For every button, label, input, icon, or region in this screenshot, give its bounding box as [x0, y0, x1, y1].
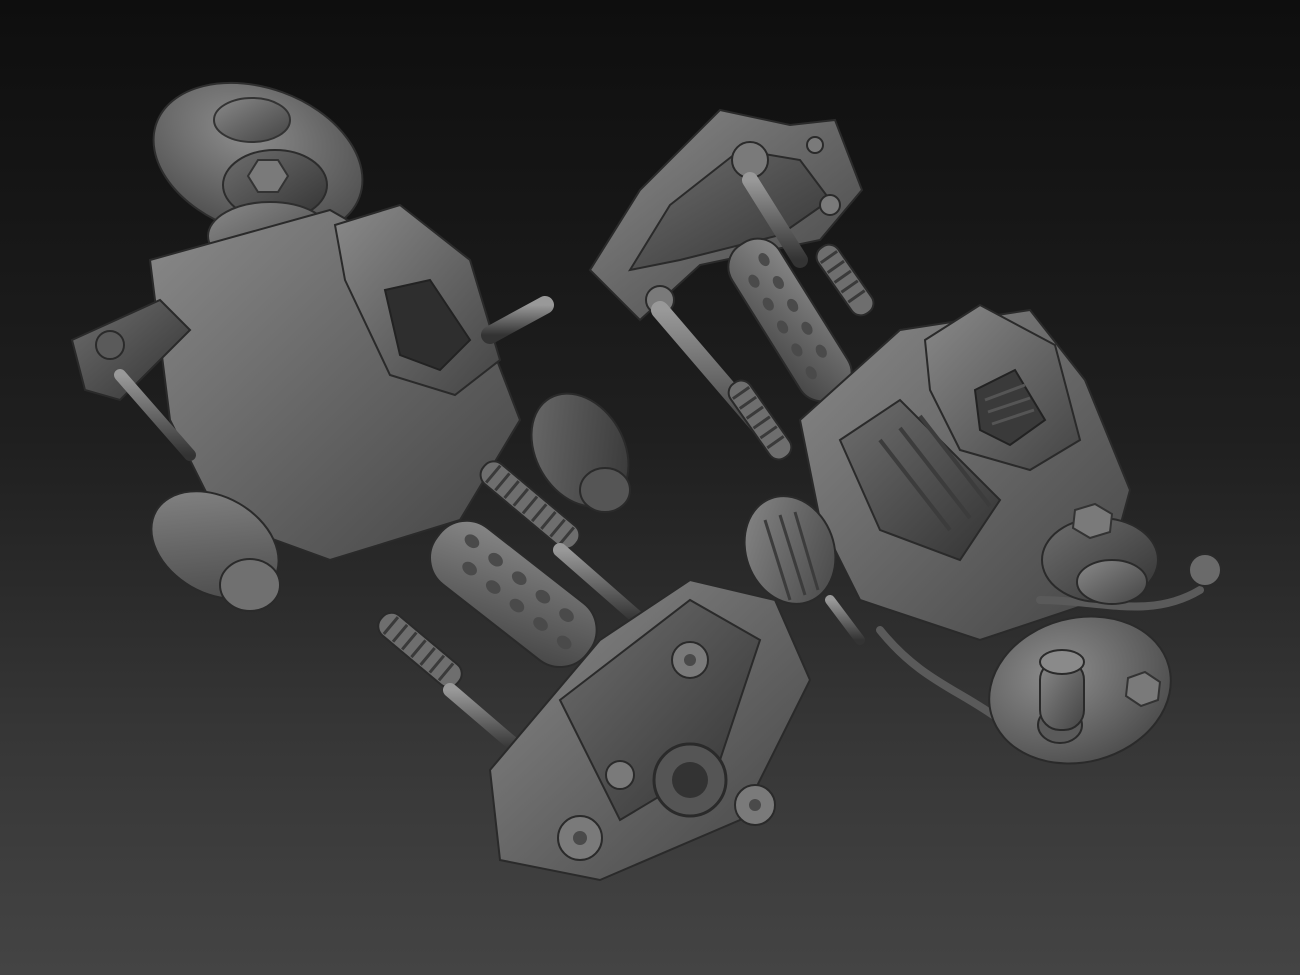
render-viewport [0, 0, 1300, 975]
left-knob-upper [213, 97, 291, 143]
right-spring-right [815, 243, 875, 317]
right-spring-left [727, 379, 793, 461]
sculpt-render [70, 81, 1222, 882]
left-hex-nut [246, 159, 290, 193]
left-lever [481, 296, 554, 344]
right-cable [876, 626, 1004, 724]
left-spring-lower [377, 611, 463, 689]
right-knob [1076, 559, 1148, 605]
